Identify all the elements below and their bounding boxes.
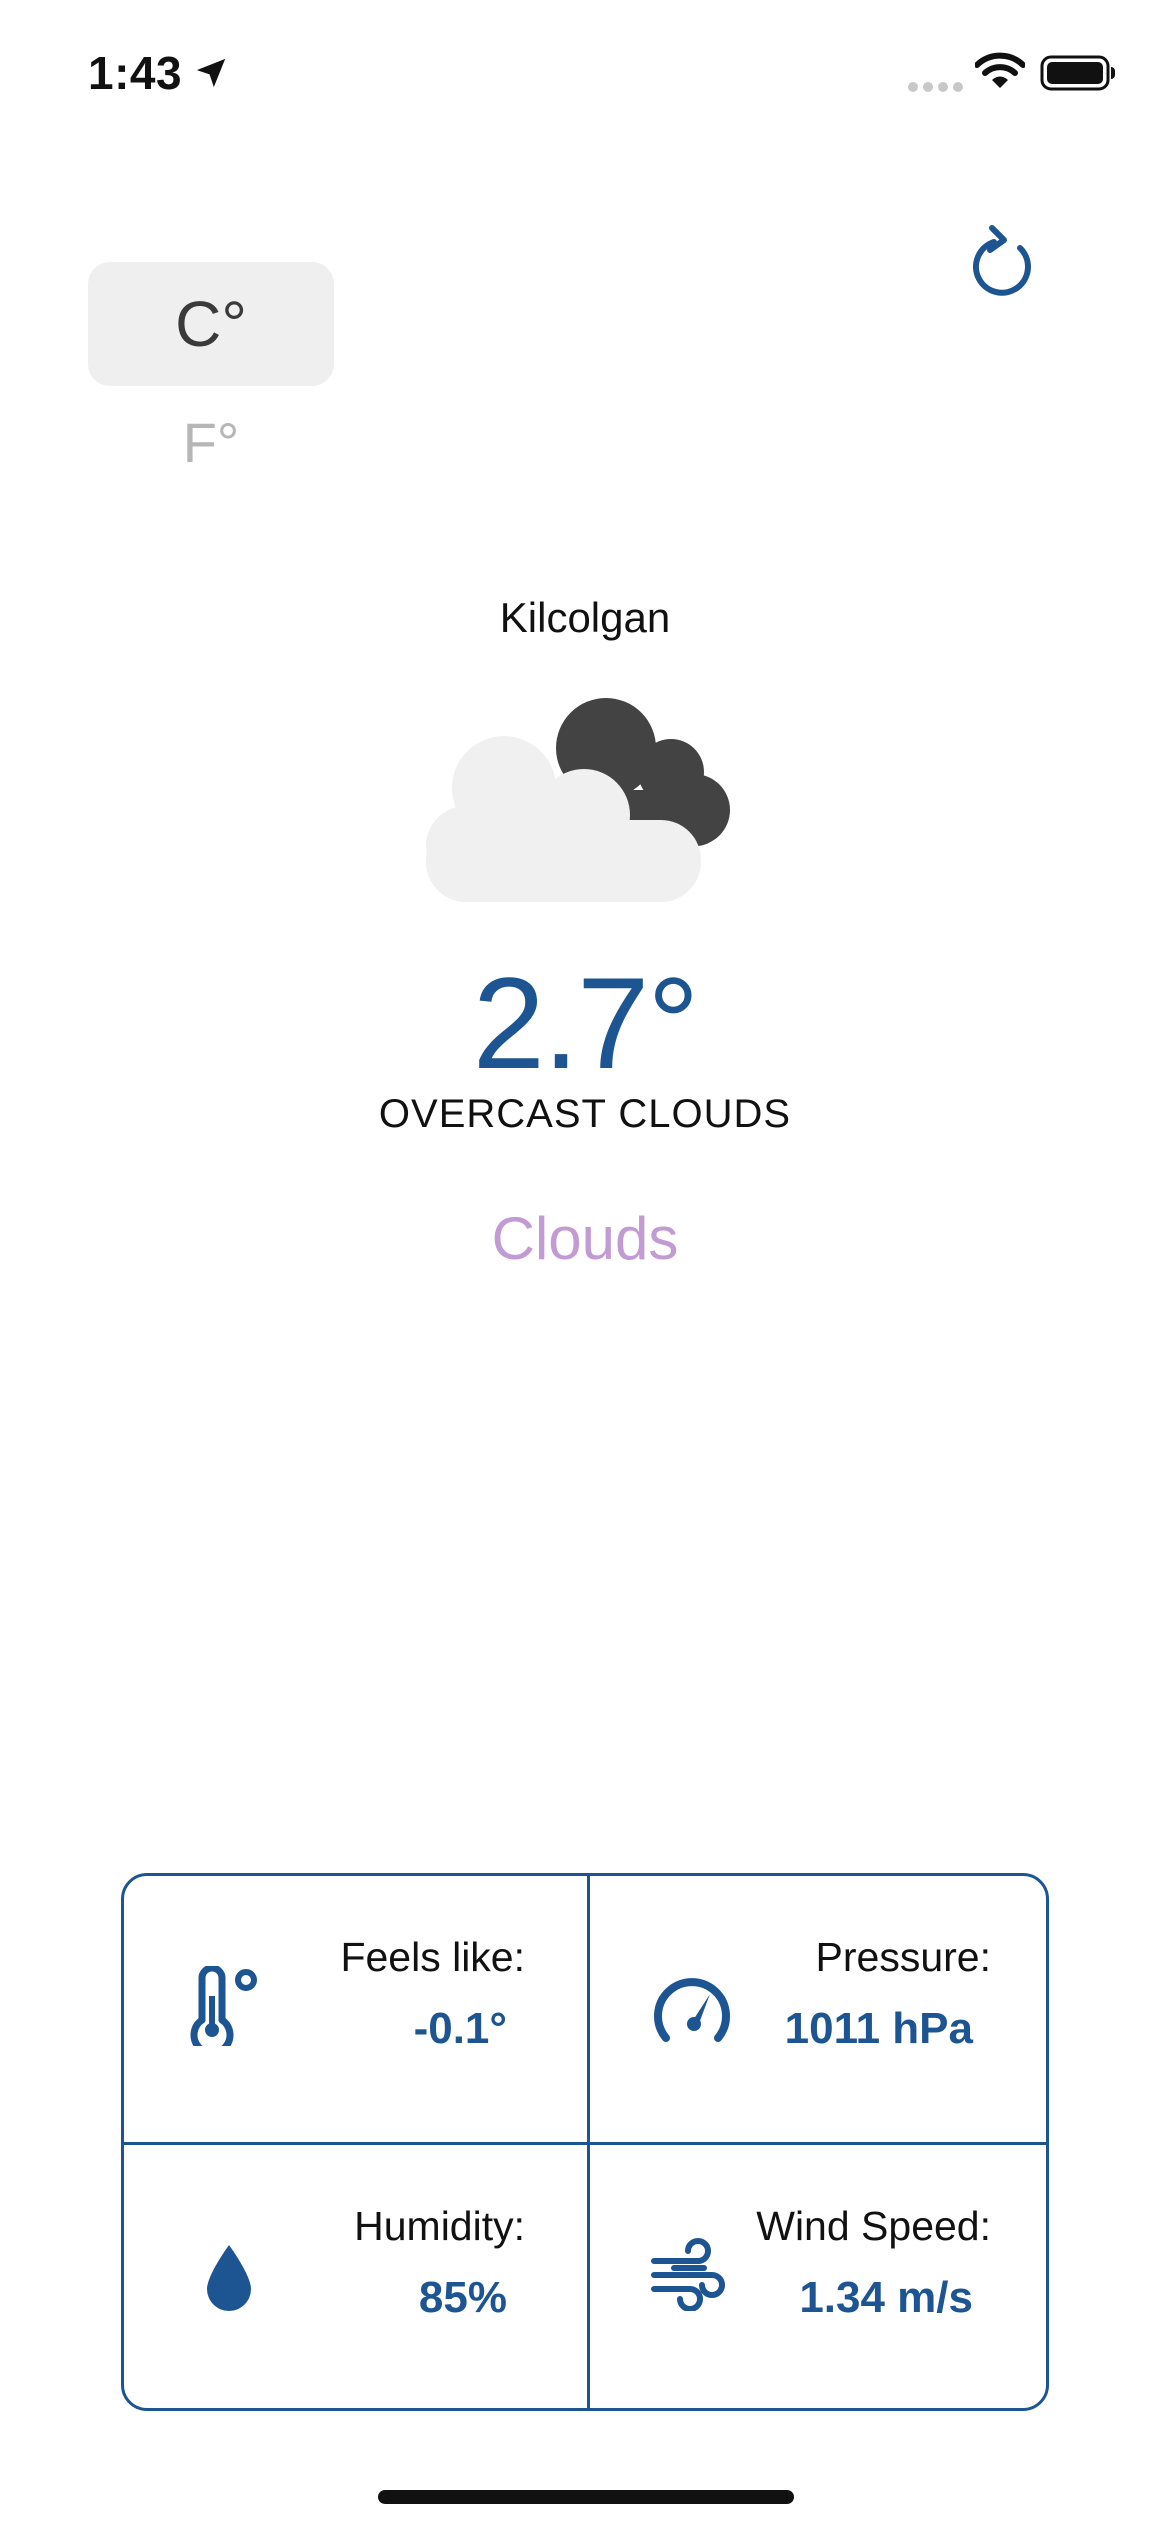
battery-icon: [1040, 55, 1115, 91]
fahrenheit-toggle-button[interactable]: F°: [88, 402, 334, 482]
wind-speed-label: Wind Speed:: [756, 2203, 991, 2249]
feels-like-value: -0.1°: [413, 2004, 507, 2053]
pressure-label: Pressure:: [815, 1934, 991, 1980]
status-time: 1:43: [88, 47, 183, 99]
feels-like-label: Feels like:: [340, 1934, 525, 1980]
cellular-signal-icon: [908, 82, 963, 92]
wind-speed-value: 1.34 m/s: [799, 2273, 973, 2322]
wind-icon: [651, 2238, 725, 2311]
droplet-icon: [207, 2245, 251, 2311]
city-name: Kilcolgan: [499, 594, 671, 641]
location-arrow-icon: [196, 58, 226, 88]
overcast-clouds-icon: [426, 698, 730, 902]
home-indicator[interactable]: [378, 2490, 794, 2504]
refresh-icon[interactable]: [964, 218, 1044, 302]
current-temperature: 2.7°: [472, 950, 700, 1096]
feels-like-cell: Feels like: -0.1°: [124, 1876, 587, 2142]
wifi-icon: [975, 52, 1025, 88]
weather-main-condition: Clouds: [491, 1205, 679, 1272]
humidity-label: Humidity:: [354, 2203, 525, 2249]
humidity-cell: Humidity: 85%: [124, 2145, 587, 2408]
wind-speed-cell: Wind Speed: 1.34 m/s: [590, 2145, 1046, 2408]
celsius-toggle-button[interactable]: C°: [88, 262, 334, 386]
humidity-value: 85%: [418, 2273, 507, 2322]
pressure-value: 1011 hPa: [784, 2004, 973, 2053]
weather-details-grid: Feels like: -0.1° Pressure: 1011 hPa Hum…: [121, 1873, 1049, 2411]
gauge-icon: [654, 1978, 730, 2042]
thermometer-icon: [190, 1966, 257, 2046]
weather-description: OVERCAST CLOUDS: [378, 1092, 792, 1136]
pressure-cell: Pressure: 1011 hPa: [590, 1876, 1046, 2142]
